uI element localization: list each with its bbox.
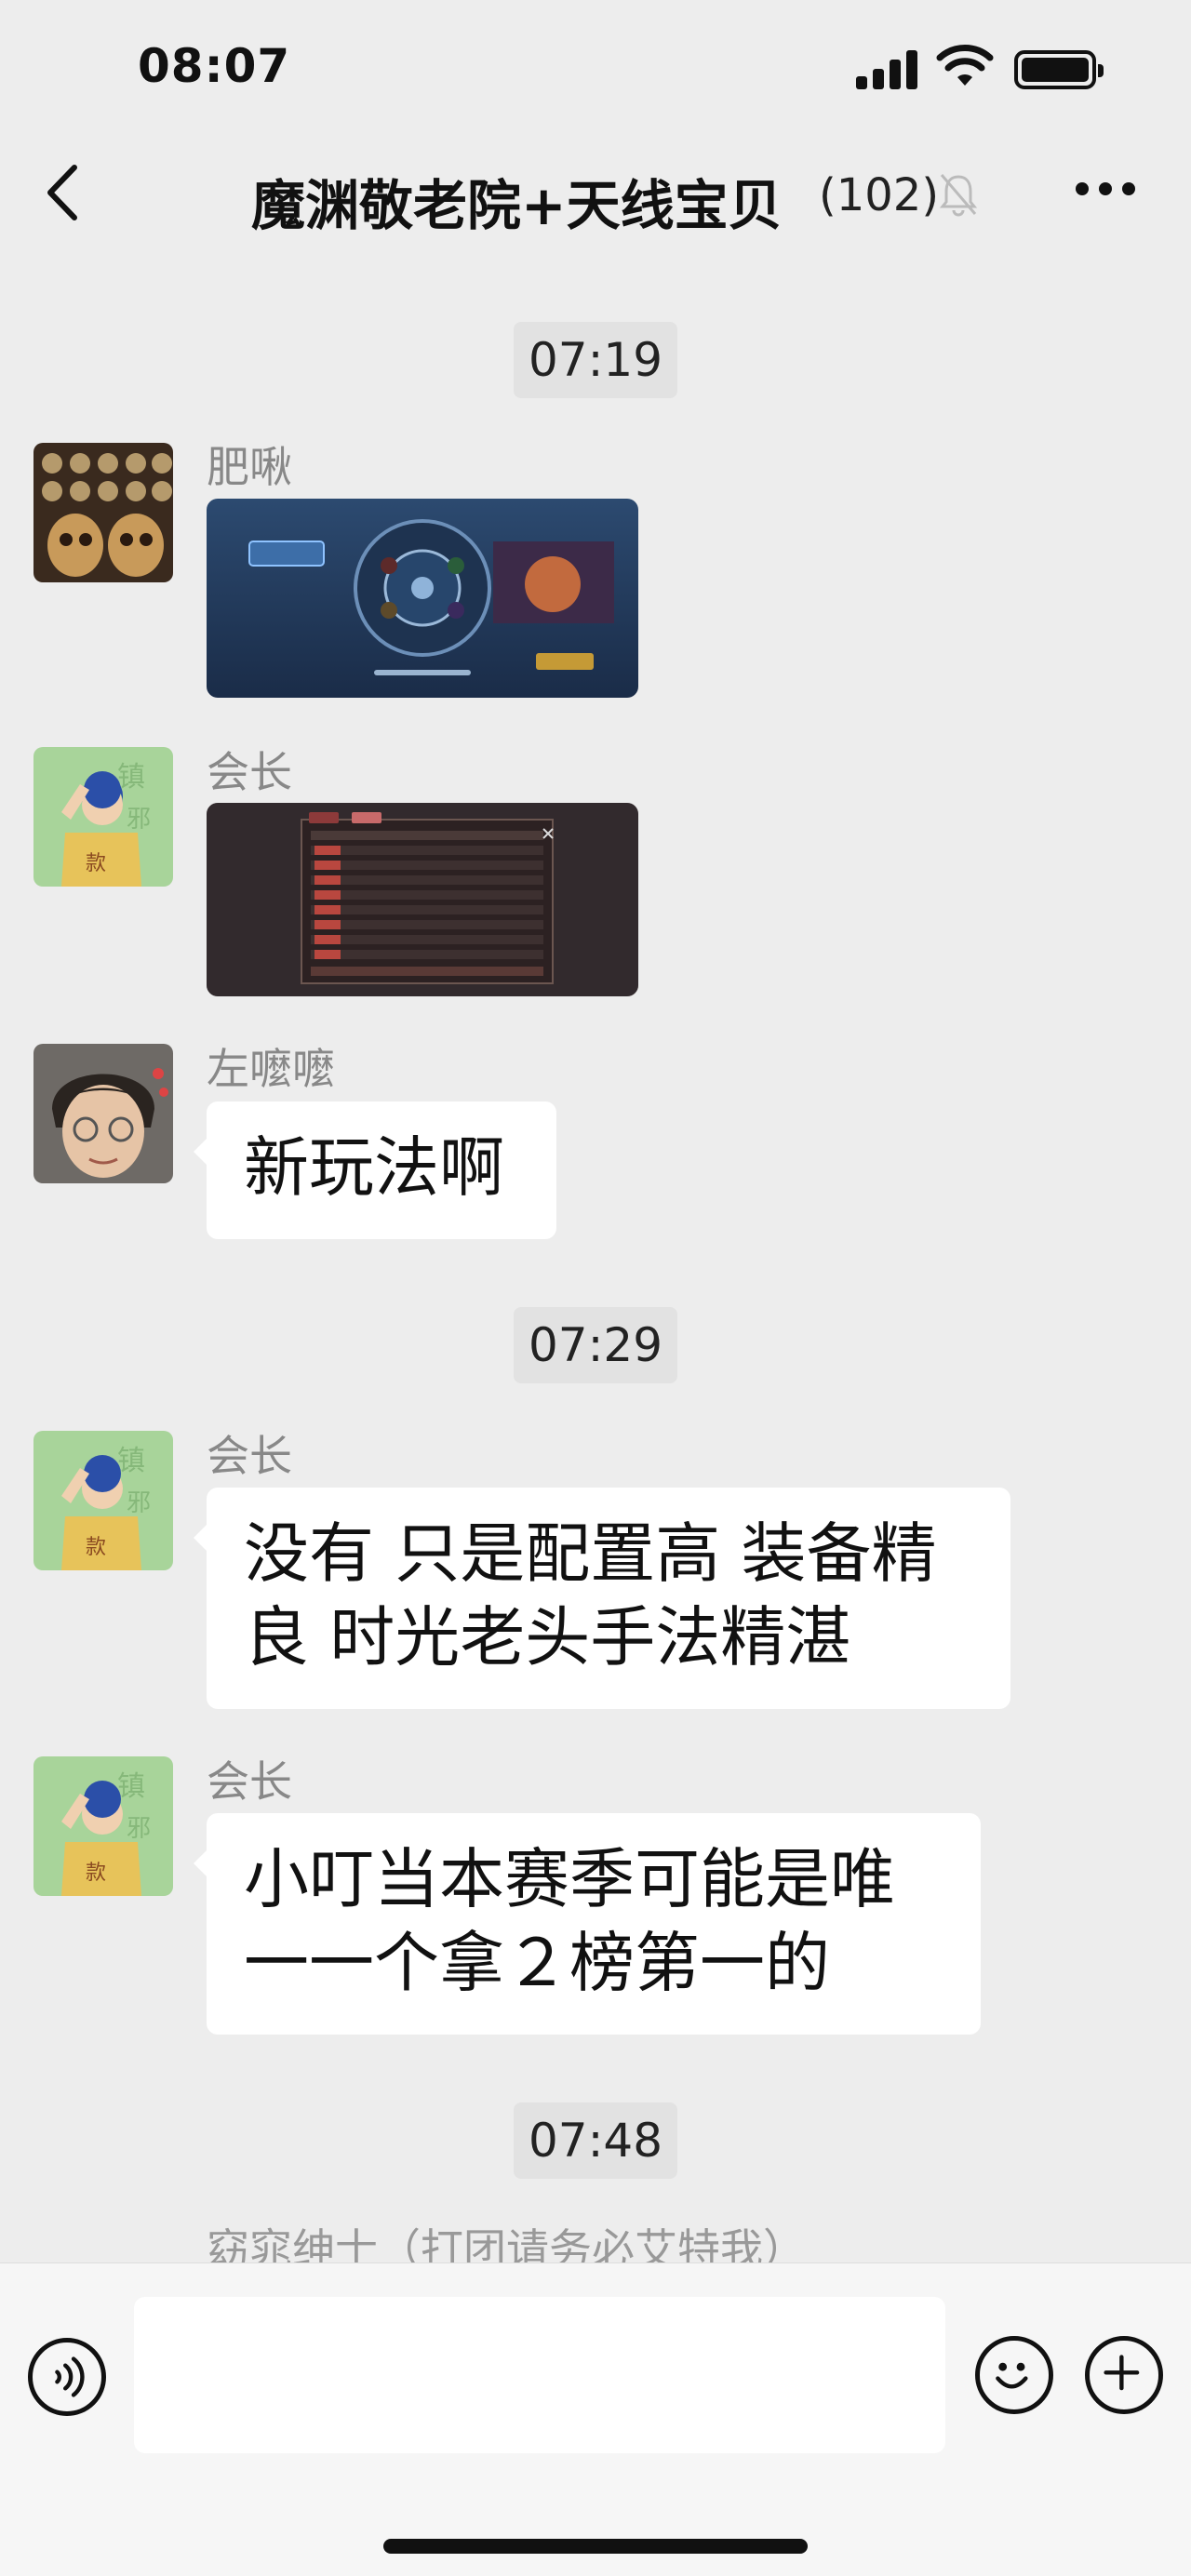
wifi-icon xyxy=(936,45,994,86)
svg-text:邪: 邪 xyxy=(127,1489,151,1517)
avatar[interactable] xyxy=(33,443,173,582)
svg-text:款: 款 xyxy=(86,1536,106,1559)
input-bar xyxy=(0,2262,1191,2576)
sender-name: 会长 xyxy=(207,747,292,797)
svg-text:款: 款 xyxy=(86,852,106,875)
avatar[interactable] xyxy=(33,1044,173,1183)
emoji-icon[interactable] xyxy=(975,2336,1053,2414)
home-indicator xyxy=(383,2539,808,2554)
text-message-bubble[interactable]: 新玩法啊 xyxy=(194,1101,556,1239)
text-message-bubble[interactable]: 小叮当本赛季可能是唯 一一个拿２榜第一的 xyxy=(194,1813,981,2035)
timestamp: 07:19 xyxy=(0,322,1191,398)
image-message[interactable] xyxy=(207,803,638,996)
sender-name: 会长 xyxy=(207,1431,292,1481)
message-text: 新玩法啊 xyxy=(244,1129,504,1206)
status-time: 08:07 xyxy=(138,39,291,93)
mute-bell-icon xyxy=(939,174,978,217)
message-text-line: 良 时光老头手法精湛 xyxy=(244,1599,851,1675)
plus-icon[interactable] xyxy=(1085,2336,1163,2414)
svg-text:款: 款 xyxy=(86,1862,106,1885)
sender-name: 会长 xyxy=(207,1756,292,1807)
avatar[interactable]: 镇 邪 款 xyxy=(33,747,173,887)
image-message[interactable] xyxy=(207,499,638,698)
sender-name: 肥啾 xyxy=(207,442,292,492)
chat-header: 魔渊敬老院+天线宝贝 (102) xyxy=(0,140,1191,247)
avatar[interactable]: 镇 邪 款 xyxy=(33,1756,173,1896)
battery-icon xyxy=(1014,50,1104,89)
svg-text:镇: 镇 xyxy=(117,1770,145,1803)
status-bar: 08:07 xyxy=(0,0,1191,140)
svg-text:邪: 邪 xyxy=(127,806,151,834)
message-text-line: 一一个拿２榜第一的 xyxy=(244,1925,830,2001)
back-icon[interactable] xyxy=(37,160,93,225)
timestamp: 07:29 xyxy=(0,1307,1191,1383)
sender-name: 左嚒嚒 xyxy=(207,1044,335,1094)
svg-text:镇: 镇 xyxy=(117,1445,145,1477)
text-message-bubble[interactable]: 没有 只是配置高 装备精 良 时光老头手法精湛 xyxy=(194,1488,1010,1709)
more-options-icon[interactable] xyxy=(1072,175,1139,203)
avatar[interactable]: 镇 邪 款 xyxy=(33,1431,173,1570)
timestamp: 07:48 xyxy=(0,2102,1191,2179)
svg-text:邪: 邪 xyxy=(127,1815,151,1843)
chat-title: 魔渊敬老院+天线宝贝 xyxy=(251,174,783,237)
voice-icon[interactable] xyxy=(28,2338,106,2416)
member-count: (102) xyxy=(819,169,940,221)
cellular-signal-icon xyxy=(856,48,921,89)
message-text-line: 没有 只是配置高 装备精 xyxy=(244,1515,937,1592)
message-text-line: 小叮当本赛季可能是唯 xyxy=(244,1841,895,1917)
message-input[interactable] xyxy=(134,2297,945,2453)
